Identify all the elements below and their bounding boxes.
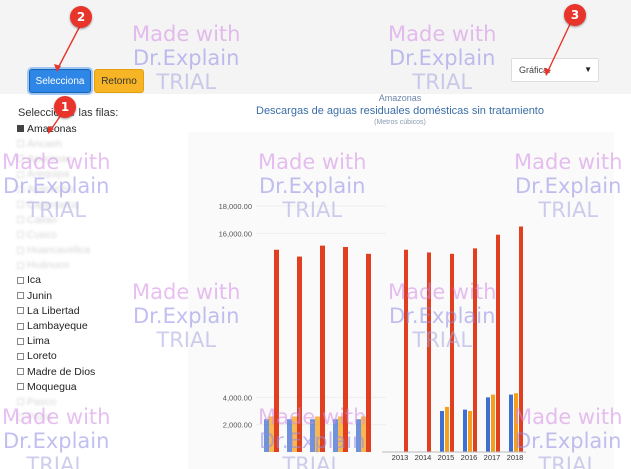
callout-arrows	[48, 21, 572, 134]
callout-marker-2: 2	[70, 6, 92, 28]
callout-marker-3: 3	[564, 4, 586, 26]
callout-marker-1: 1	[54, 96, 76, 118]
